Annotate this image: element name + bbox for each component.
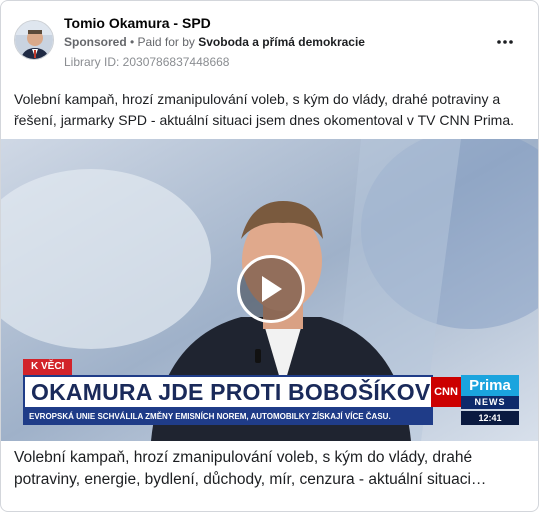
more-options-button[interactable] [492, 29, 518, 55]
play-icon [262, 276, 282, 302]
post-header: Tomio Okamura - SPD Sponsored • Paid for… [1, 1, 538, 79]
video-caption: Volební kampaň, hrozí zmanipulování vole… [14, 449, 487, 488]
avatar[interactable] [14, 20, 54, 60]
post-body-text: Volební kampaň, hrozí zmanipulování vole… [14, 91, 515, 128]
paid-for-prefix: • Paid for by [126, 35, 199, 49]
ad-card: Tomio Okamura - SPD Sponsored • Paid for… [0, 0, 539, 512]
page-name[interactable]: Tomio Okamura - SPD [64, 15, 211, 31]
sponsored-label: Sponsored [64, 35, 127, 49]
play-button[interactable] [237, 255, 305, 323]
more-horizontal-icon [497, 40, 513, 44]
library-id: Library ID: 2030786837448668 [64, 55, 230, 69]
sponsorship-line: Sponsored • Paid for by Svoboda a přímá … [64, 35, 365, 49]
video-player[interactable]: K VĚCI OKAMURA JDE PROTI BOBOŠÍKOVÉ EVRO… [1, 139, 538, 441]
funder-link[interactable]: Svoboda a přímá demokracie [198, 35, 365, 49]
